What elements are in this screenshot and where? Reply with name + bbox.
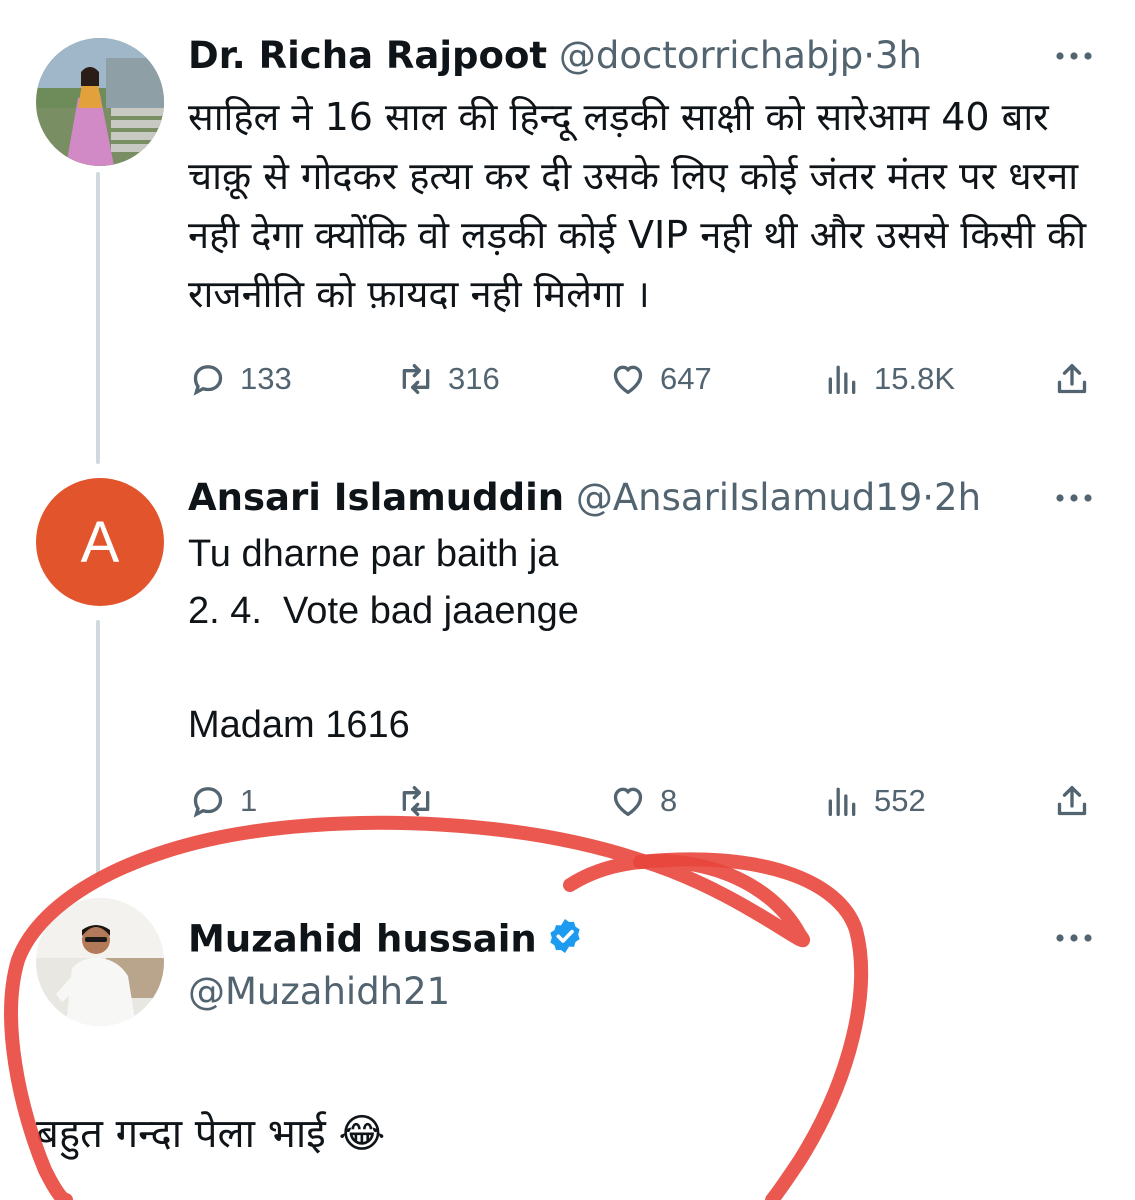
retweet-icon (402, 786, 430, 816)
views-button[interactable]: 15.8K (822, 356, 955, 402)
avatar[interactable] (36, 38, 164, 166)
tweet-actions: 1 8 552 (188, 778, 1098, 824)
reply-count: 1 (240, 783, 258, 818)
reply-icon (193, 787, 223, 818)
tweet-text: बहुत गन्दा पेला भाई 😂 (36, 1111, 386, 1157)
retweet-icon (402, 364, 430, 394)
more-icon[interactable] (1053, 916, 1095, 960)
separator-dot: · (922, 476, 935, 519)
retweet-count: 316 (448, 361, 500, 396)
thread-line (96, 620, 100, 876)
tweet-actions: 133 316 647 15.8K (188, 356, 1098, 402)
verified-badge-icon (545, 916, 585, 966)
like-button[interactable]: 8 (608, 778, 677, 824)
retweet-button[interactable] (396, 778, 448, 824)
separator-dot: · (863, 34, 875, 77)
author-handle[interactable]: @Muzahidh21 (188, 970, 450, 1014)
author-handle[interactable]: @AnsariIslamud19 (576, 476, 922, 519)
views-count: 15.8K (874, 361, 956, 396)
reply-count: 133 (240, 361, 292, 396)
share-button[interactable] (1052, 778, 1104, 824)
thread-line (96, 172, 100, 464)
like-icon (613, 365, 643, 394)
retweet-button[interactable]: 316 (396, 356, 500, 402)
tweet-text: साहिल ने 16 साल की हिन्दू लड़की साक्षी क… (188, 95, 1099, 316)
tweet-text: Tu dharne par baith ja 2. 4. Vote bad ja… (188, 533, 579, 746)
views-button[interactable]: 552 (822, 778, 926, 824)
tweet-header: Dr. Richa Rajpoot @doctorrichabjp·3h (188, 34, 922, 78)
tweet-header: Muzahid hussain (188, 916, 585, 966)
more-icon[interactable] (1053, 34, 1095, 78)
reply-button[interactable]: 133 (188, 356, 292, 402)
author-handle[interactable]: @doctorrichabjp (559, 34, 863, 77)
tweet-header: Ansari Islamuddin @AnsariIslamud19·2h (188, 476, 981, 520)
reply-button[interactable]: 1 (188, 778, 257, 824)
share-icon (1057, 364, 1087, 394)
author-name[interactable]: Dr. Richa Rajpoot (188, 34, 547, 77)
like-icon (613, 787, 643, 816)
like-count: 8 (660, 783, 678, 818)
avatar[interactable]: A (36, 478, 164, 606)
share-button[interactable] (1052, 356, 1104, 402)
avatar[interactable] (36, 898, 164, 1026)
timestamp[interactable]: 3h (875, 34, 922, 77)
views-count: 552 (874, 783, 926, 818)
share-icon (1057, 786, 1087, 816)
like-count: 647 (660, 361, 712, 396)
views-icon (828, 365, 856, 394)
author-name[interactable]: Muzahid hussain (188, 918, 537, 961)
timestamp[interactable]: 2h (934, 476, 981, 519)
reply-icon (193, 365, 223, 396)
author-name[interactable]: Ansari Islamuddin (188, 476, 564, 519)
views-icon (828, 787, 856, 816)
more-icon[interactable] (1053, 476, 1095, 520)
like-button[interactable]: 647 (608, 356, 712, 402)
